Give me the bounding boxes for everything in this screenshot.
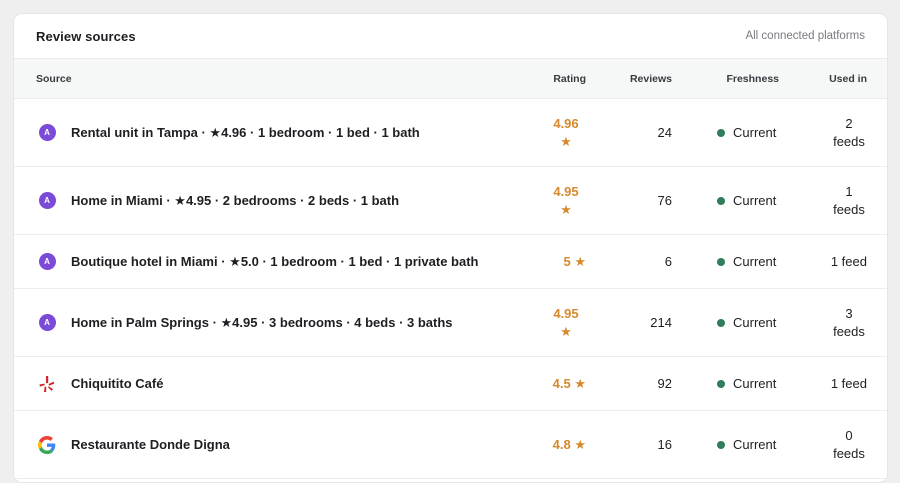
freshness-status: Current <box>717 125 779 140</box>
reviews-count: 6 <box>586 234 672 289</box>
airbnb-icon: A <box>38 124 56 142</box>
reviews-count: 24 <box>586 98 672 167</box>
status-dot-icon <box>717 257 725 266</box>
source-label: Boutique hotel in Miami · ★5.0 · 1 bedro… <box>71 253 479 269</box>
status-dot-icon <box>717 440 725 449</box>
used-in-feeds[interactable]: 1 feed <box>831 375 867 393</box>
freshness-status: Current <box>717 437 779 452</box>
table-row[interactable]: A Home in Palm Springs · ★4.95 · 3 bedro… <box>14 288 887 357</box>
rating-value: 4.95 ★ <box>553 305 579 339</box>
column-header-used-in[interactable]: Used in <box>779 58 887 99</box>
freshness-status: Current <box>717 254 779 269</box>
airbnb-icon: A <box>38 253 56 271</box>
rating-value: 4.5 ★ <box>552 375 586 391</box>
used-in-feeds[interactable]: 1 feed <box>831 253 867 271</box>
source-label: Rental unit in Tampa · ★4.96 · 1 bedroom… <box>71 124 420 140</box>
used-in-feeds[interactable]: 1 feeds <box>831 183 867 219</box>
card-subtitle: All connected platforms <box>745 30 865 42</box>
used-in-feeds[interactable]: 0 feeds <box>831 427 867 463</box>
column-header-freshness[interactable]: Freshness <box>672 58 779 99</box>
source-label: Chiquitito Café <box>71 376 164 391</box>
review-sources-card: Review sources All connected platforms S… <box>13 13 888 483</box>
status-dot-icon <box>717 318 725 327</box>
table-row[interactable]: A Rental unit in Tampa · ★4.96 · 1 bedro… <box>14 98 887 167</box>
source-label: Home in Miami · ★4.95 · 2 bedrooms · 2 b… <box>71 192 400 208</box>
freshness-status: Current <box>717 376 779 391</box>
table-row[interactable]: A Boutique hotel in Miami · ★5.0 · 1 bed… <box>14 234 887 289</box>
table-row[interactable]: A Home in Miami · ★4.95 · 2 bedrooms · 2… <box>14 166 887 235</box>
airbnb-icon: A <box>38 314 56 332</box>
card-title: Review sources <box>36 28 136 44</box>
review-sources-table: Source Rating Reviews Freshness Used in … <box>14 58 887 479</box>
reviews-count: 16 <box>586 410 672 479</box>
airbnb-icon: A <box>38 192 56 210</box>
column-header-reviews[interactable]: Reviews <box>586 58 672 99</box>
used-in-feeds[interactable]: 2 feeds <box>831 115 867 151</box>
rating-value: 4.96 ★ <box>553 115 579 149</box>
status-dot-icon <box>717 379 725 388</box>
source-label: Restaurante Donde Digna <box>71 437 230 452</box>
source-label: Home in Palm Springs · ★4.95 · 3 bedroom… <box>71 314 453 330</box>
card-header: Review sources All connected platforms <box>14 14 887 58</box>
status-dot-icon <box>717 128 725 137</box>
yelp-icon <box>38 375 56 393</box>
reviews-count: 92 <box>586 356 672 411</box>
reviews-count: 214 <box>586 288 672 357</box>
column-header-rating[interactable]: Rating <box>514 58 586 99</box>
rating-value: 5 ★ <box>563 253 587 269</box>
status-dot-icon <box>717 196 725 205</box>
table-row[interactable]: Chiquitito Café 4.5 ★ 92 Current 1 feed <box>14 356 887 411</box>
table-row[interactable]: Restaurante Donde Digna 4.8 ★ 16 Current… <box>14 410 887 479</box>
table-header-row: Source Rating Reviews Freshness Used in <box>14 58 887 99</box>
freshness-status: Current <box>717 315 779 330</box>
google-icon <box>38 435 56 454</box>
column-header-source[interactable]: Source <box>14 58 514 99</box>
rating-value: 4.95 ★ <box>553 183 579 217</box>
freshness-status: Current <box>717 193 779 208</box>
used-in-feeds[interactable]: 3 feeds <box>831 305 867 341</box>
reviews-count: 76 <box>586 166 672 235</box>
rating-value: 4.8 ★ <box>552 436 586 452</box>
